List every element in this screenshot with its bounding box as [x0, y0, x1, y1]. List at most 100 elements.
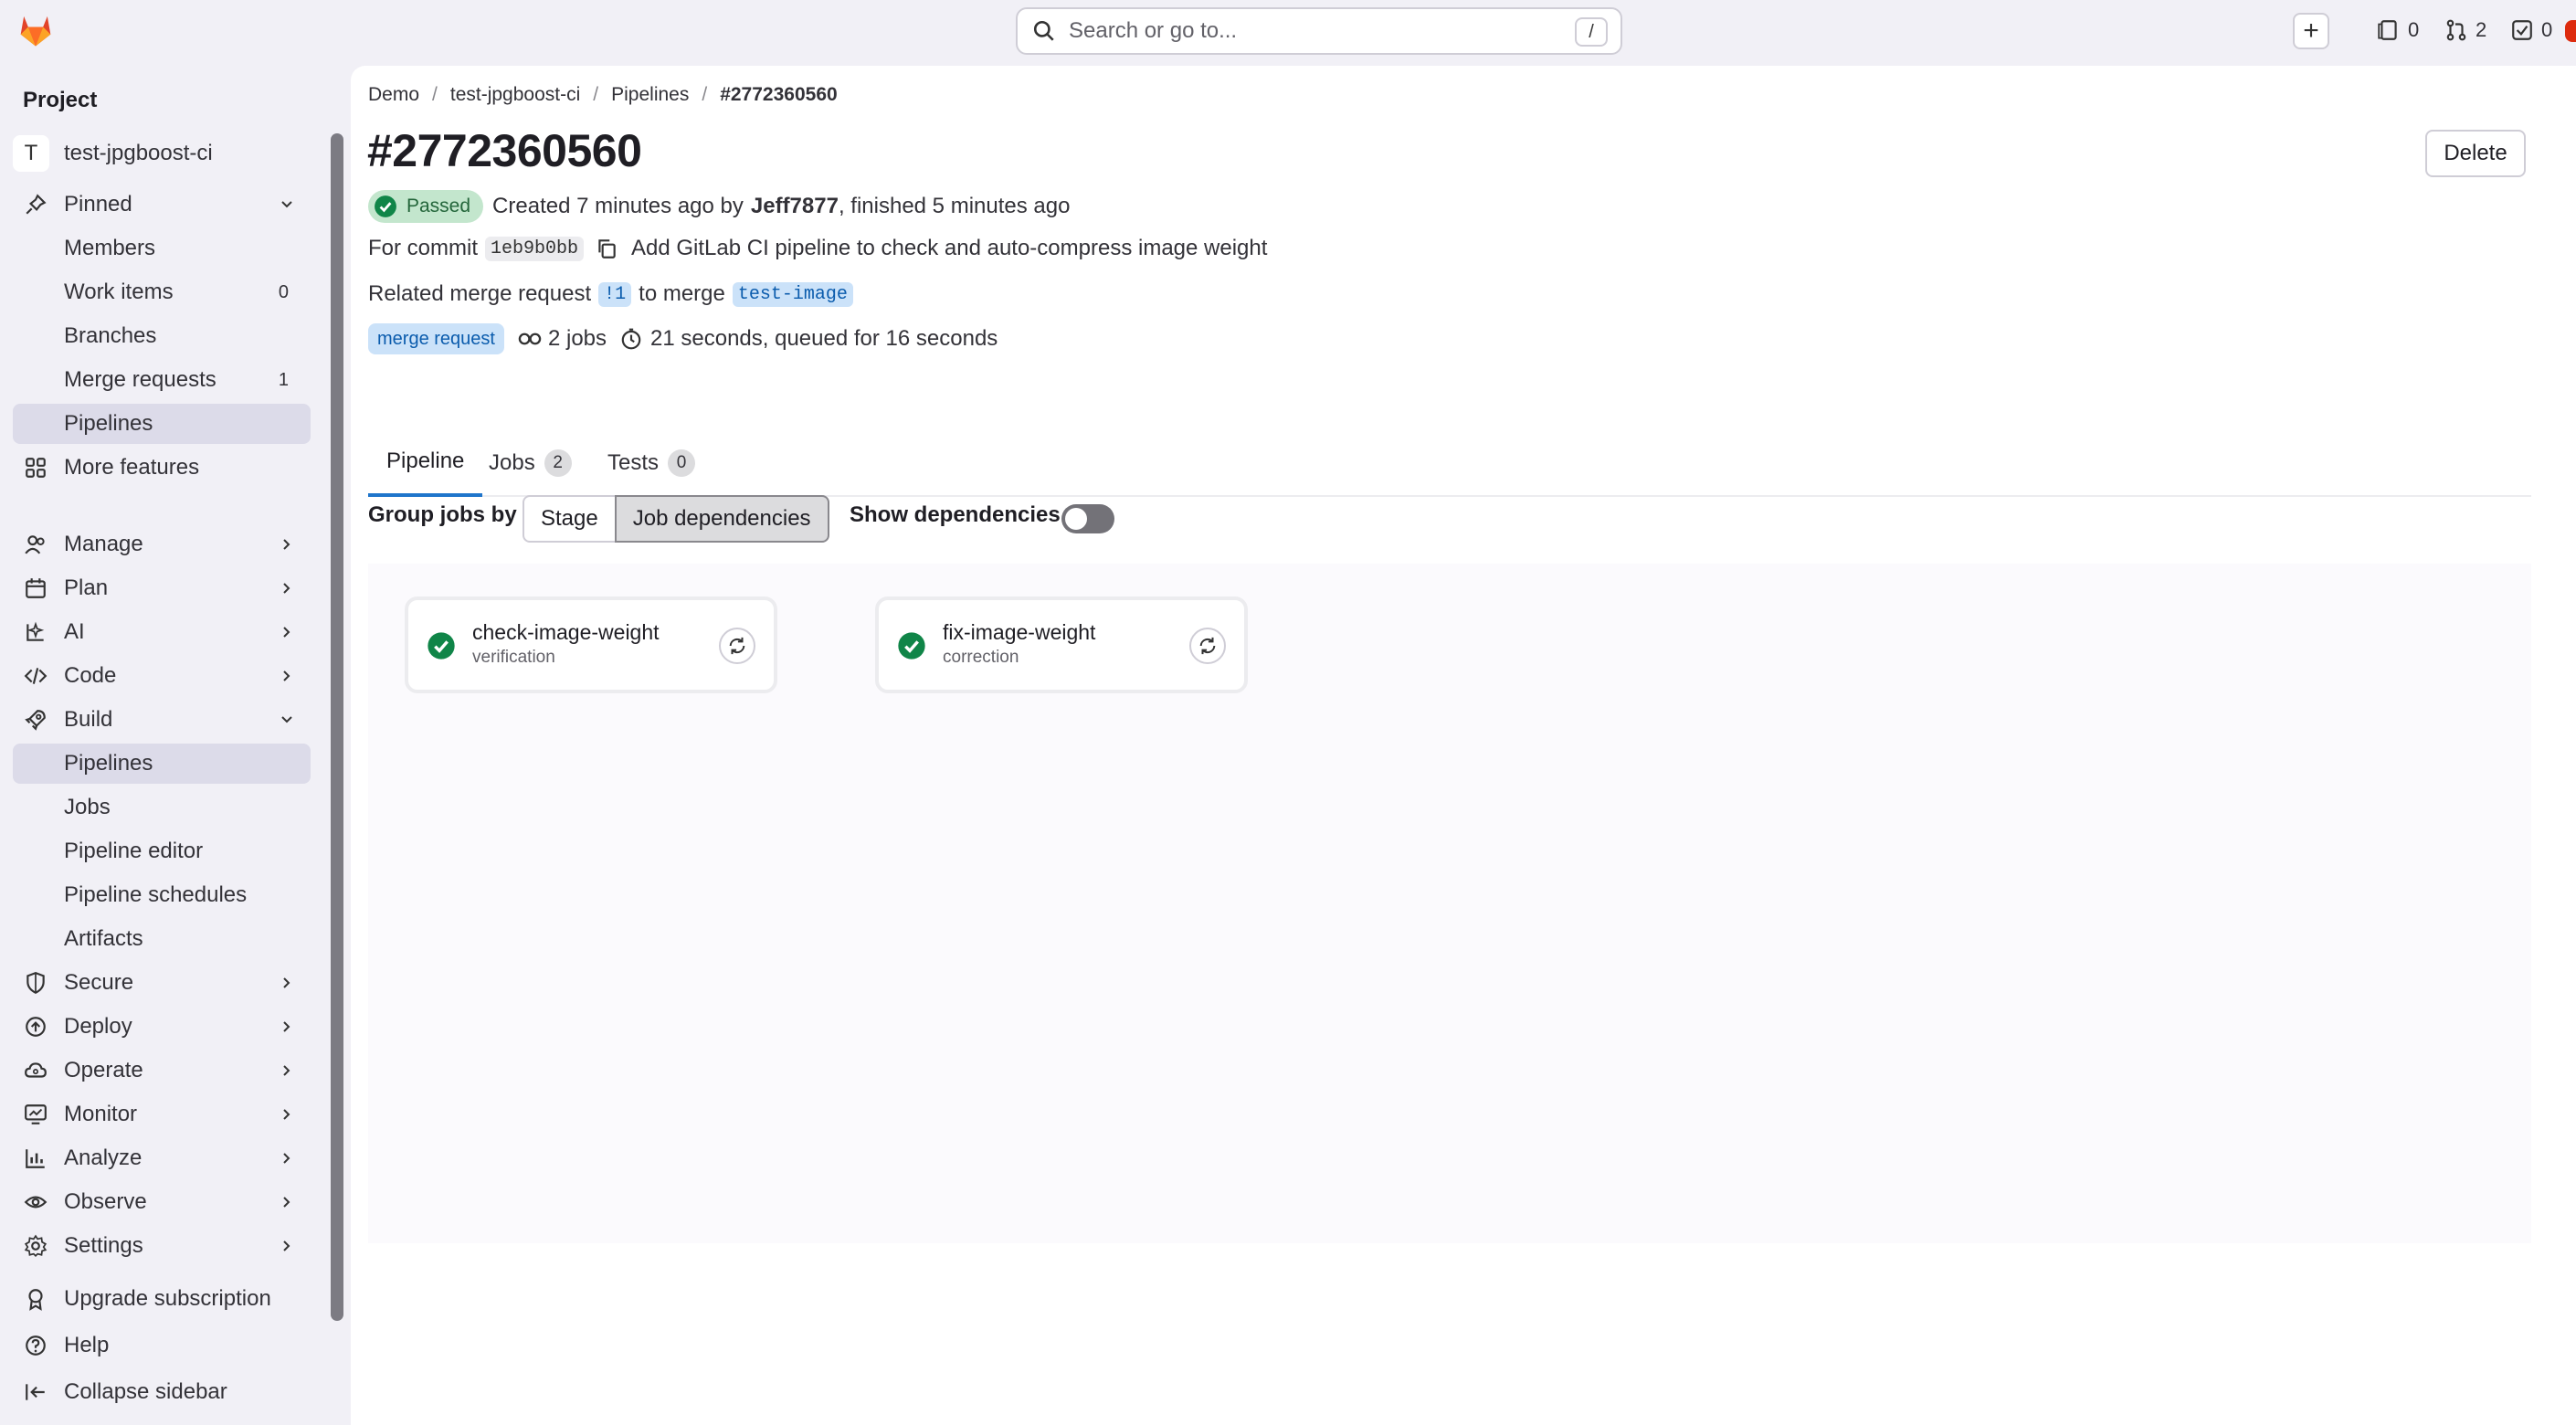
sidebar-item-ai[interactable]: AI	[13, 612, 311, 652]
sidebar-item-label: Settings	[64, 1233, 143, 1258]
sidebar-item-secure[interactable]: Secure	[13, 963, 311, 1003]
job-card-fix-image-weight[interactable]: fix-image-weight correction	[875, 596, 1248, 693]
sidebar-item-manage[interactable]: Manage	[13, 524, 311, 565]
main-content: Demo / test-jpgboost-ci / Pipelines / #2…	[351, 66, 2576, 1425]
sidebar-project[interactable]: T test-jpgboost-ci	[13, 135, 213, 172]
chevron-right-icon	[283, 1021, 290, 1032]
status-text: Passed	[406, 195, 471, 216]
mr-prefix: Related merge request	[368, 281, 592, 306]
sidebar-footer-label: Collapse sidebar	[64, 1379, 227, 1404]
sidebar-item-build-pipelines[interactable]: Pipelines	[13, 744, 311, 784]
gitlab-logo-icon[interactable]	[16, 11, 55, 49]
todos-counter[interactable]: 0	[2510, 18, 2552, 42]
job-dependencies-button[interactable]: Job dependencies	[614, 495, 829, 543]
mr-ref-link[interactable]: !1	[598, 281, 632, 307]
duration-text: 21 seconds, queued for 16 seconds	[650, 326, 998, 351]
status-badge[interactable]: Passed	[368, 190, 484, 223]
sidebar-footer-label: Upgrade subscription	[64, 1286, 271, 1311]
sidebar-item-work-items[interactable]: Work items 0	[13, 272, 311, 312]
retry-button[interactable]	[1189, 628, 1226, 664]
sidebar-footer-label: Help	[64, 1333, 110, 1357]
breadcrumb-item-pipelines[interactable]: Pipelines	[611, 84, 689, 106]
created-text: Created 7 minutes ago by	[492, 194, 744, 218]
todo-icon	[2512, 20, 2532, 40]
sidebar-item-pipeline-editor[interactable]: Pipeline editor	[13, 831, 311, 871]
sidebar-item-label: Monitor	[64, 1102, 138, 1126]
help-link[interactable]: Help	[13, 1325, 323, 1366]
chevron-right-icon	[283, 670, 290, 681]
pipeline-tabs: Pipeline Jobs 2 Tests 0	[368, 429, 2531, 497]
sidebar-item-build[interactable]: Build	[13, 700, 311, 740]
chevron-right-icon	[283, 627, 290, 638]
pin-icon	[24, 193, 48, 216]
merge-requests-counter[interactable]: 2	[2444, 18, 2486, 42]
collapse-sidebar-button[interactable]: Collapse sidebar	[13, 1372, 323, 1412]
sidebar-scrollbar[interactable]	[331, 133, 343, 1321]
upgrade-subscription-link[interactable]: Upgrade subscription	[13, 1279, 323, 1319]
job-name: check-image-weight	[472, 620, 660, 644]
sidebar-item-label: Pinned	[64, 192, 132, 216]
clock-icon	[621, 328, 641, 350]
sidebar-item-pinned-pipelines[interactable]: Pipelines	[13, 404, 311, 444]
breadcrumb-item-current[interactable]: #2772360560	[720, 84, 837, 106]
sidebar-item-branches[interactable]: Branches	[13, 316, 311, 356]
sidebar-item-deploy[interactable]: Deploy	[13, 1007, 311, 1047]
breadcrumb-item-demo[interactable]: Demo	[368, 84, 419, 106]
sidebar-item-jobs[interactable]: Jobs	[13, 787, 311, 828]
stage-button[interactable]: Stage	[523, 495, 617, 543]
sidebar-item-label: Jobs	[64, 795, 111, 819]
retry-icon	[1199, 637, 1216, 655]
show-dependencies-toggle[interactable]	[1061, 504, 1114, 533]
sidebar-item-pipeline-schedules[interactable]: Pipeline schedules	[13, 875, 311, 915]
copy-icon[interactable]	[595, 237, 618, 260]
sidebar-item-observe[interactable]: Observe	[13, 1182, 311, 1222]
toggle-knob	[1065, 508, 1087, 530]
user-avatar[interactable]	[2565, 20, 2576, 42]
retry-button[interactable]	[719, 628, 755, 664]
sidebar-item-label: Pipelines	[64, 751, 153, 776]
sidebar-item-label: Pipeline editor	[64, 839, 204, 863]
sidebar-item-more-features[interactable]: More features	[13, 448, 311, 488]
delete-button[interactable]: Delete	[2425, 130, 2526, 177]
tab-pipeline[interactable]: Pipeline	[368, 429, 483, 497]
sidebar-item-monitor[interactable]: Monitor	[13, 1094, 311, 1135]
chevron-right-icon	[283, 583, 290, 594]
sidebar-item-artifacts[interactable]: Artifacts	[13, 919, 311, 959]
sidebar-item-merge-requests[interactable]: Merge requests 1	[13, 360, 311, 400]
commit-prefix: For commit	[368, 236, 478, 260]
breadcrumb-item-project[interactable]: test-jpgboost-ci	[450, 84, 580, 106]
sidebar-item-settings[interactable]: Settings	[13, 1226, 311, 1266]
breadcrumb-separator: /	[702, 84, 708, 105]
pipeline-info-row: merge request 2 jobs 21 seconds, queued …	[368, 323, 998, 354]
users-icon	[24, 533, 48, 556]
breadcrumb-separator: /	[593, 84, 599, 105]
calendar-icon	[24, 576, 48, 600]
sidebar-item-operate[interactable]: Operate	[13, 1050, 311, 1091]
sidebar-item-pinned[interactable]: Pinned	[13, 185, 311, 225]
create-new-button[interactable]: +	[2293, 13, 2329, 49]
tab-tests[interactable]: Tests 0	[607, 429, 696, 497]
sidebar-item-code[interactable]: Code	[13, 656, 311, 696]
mr-branch-link[interactable]: test-image	[732, 281, 853, 307]
sidebar-item-label: Manage	[64, 532, 143, 556]
sidebar-item-label: More features	[64, 455, 200, 480]
sidebar-item-plan[interactable]: Plan	[13, 568, 311, 608]
author-link[interactable]: Jeff7877	[751, 194, 839, 219]
tab-count: 0	[668, 449, 696, 477]
job-card-check-image-weight[interactable]: check-image-weight verification	[405, 596, 777, 693]
commit-message-link[interactable]: Add GitLab CI pipeline to check and auto…	[631, 236, 1267, 261]
group-jobs-toggle: Stage Job dependencies	[523, 495, 829, 543]
chevron-right-icon	[283, 1153, 290, 1164]
breadcrumb: Demo / test-jpgboost-ci / Pipelines / #2…	[368, 84, 838, 106]
sidebar-item-label: Pipeline schedules	[64, 882, 248, 907]
cloud-gear-icon	[24, 1059, 48, 1082]
mr-count: 2	[2476, 18, 2487, 41]
todo-count: 0	[2541, 18, 2553, 41]
commit-sha-link[interactable]: 1eb9b0bb	[485, 236, 585, 261]
search-input[interactable]: Search or go to... /	[1016, 7, 1622, 55]
issues-counter[interactable]: 0	[2377, 18, 2419, 42]
tab-jobs[interactable]: Jobs 2	[489, 429, 572, 497]
sidebar-item-members[interactable]: Members	[13, 228, 311, 269]
eye-icon	[24, 1190, 48, 1214]
sidebar-item-analyze[interactable]: Analyze	[13, 1138, 311, 1178]
